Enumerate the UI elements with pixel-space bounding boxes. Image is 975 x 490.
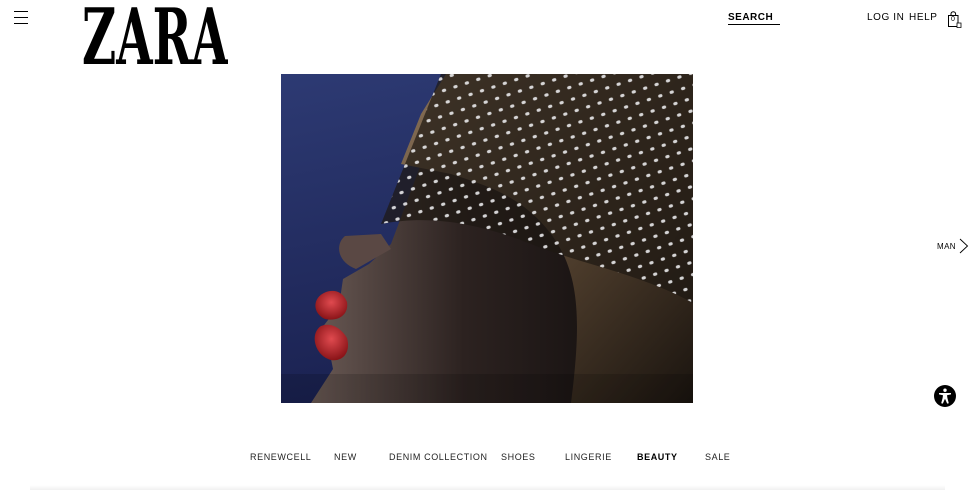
next-section-man-link[interactable]: MAN	[937, 238, 969, 254]
category-shoes[interactable]: SHOES	[501, 452, 536, 462]
search-link[interactable]: SEARCH	[728, 12, 780, 25]
next-section-label: MAN	[937, 241, 956, 251]
login-link[interactable]: LOG IN	[867, 12, 905, 23]
hamburger-menu-icon[interactable]	[14, 11, 28, 24]
category-nav: RENEWCELL NEW DENIM COLLECTION SHOES LIN…	[0, 452, 975, 466]
category-renewcell[interactable]: RENEWCELL	[250, 452, 311, 462]
hero-image[interactable]	[281, 74, 693, 403]
category-new[interactable]: NEW	[334, 452, 357, 462]
accessibility-icon	[939, 388, 951, 404]
category-denim-collection[interactable]: DENIM COLLECTION	[389, 452, 488, 462]
bottom-divider	[30, 485, 945, 490]
svg-text:ZARA: ZARA	[82, 6, 228, 66]
bag-count: 0	[951, 16, 955, 23]
category-lingerie[interactable]: LINGERIE	[565, 452, 612, 462]
category-beauty[interactable]: BEAUTY	[637, 452, 678, 462]
chevron-right-icon	[959, 238, 969, 254]
zara-logo-text: ZARA	[82, 0, 229, 83]
hero-photo	[281, 74, 693, 403]
zara-logo[interactable]: ZARA	[82, 0, 229, 83]
accessibility-button[interactable]	[934, 385, 956, 407]
help-link[interactable]: HELP	[909, 12, 938, 23]
category-sale[interactable]: SALE	[705, 452, 730, 462]
shopping-bag-icon[interactable]: 0	[947, 11, 963, 28]
